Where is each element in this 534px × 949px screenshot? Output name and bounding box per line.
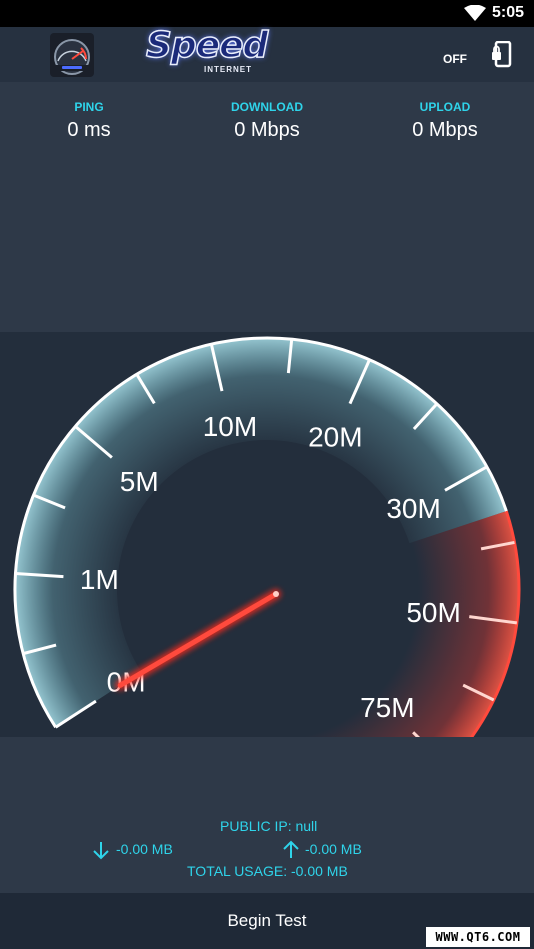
scale-label: 1M <box>80 564 119 595</box>
app-root: 5:05 Speed INTERNET OFF PING 0 ms DOWNLO… <box>0 0 534 949</box>
status-time: 5:05 <box>491 4 524 21</box>
scale-label: 50M <box>406 597 460 628</box>
toggle-state-label[interactable]: OFF <box>443 52 467 66</box>
logo-subtitle: INTERNET <box>204 65 252 74</box>
public-ip-text: PUBLIC IP: null <box>220 818 318 834</box>
usage-info: PUBLIC IP: null -0.00 MB -0.00 MB TOTAL … <box>0 737 534 893</box>
speedometer-app-icon[interactable] <box>50 33 94 77</box>
app-bar: Speed INTERNET OFF <box>0 24 534 82</box>
upload-label: UPLOAD <box>419 100 471 114</box>
needle-line <box>117 591 279 688</box>
download-usage-text: -0.00 MB <box>116 841 173 857</box>
ping-label: PING <box>74 100 104 114</box>
upload-usage-text: -0.00 MB <box>305 841 362 857</box>
scale-label: 5M <box>120 466 159 497</box>
status-bar: 5:05 <box>0 0 534 27</box>
download-stat: DOWNLOAD 0 Mbps <box>182 100 352 142</box>
upload-value: 0 Mbps <box>412 119 478 141</box>
scale-label: 30M <box>386 493 440 524</box>
scale-label: 20M <box>308 422 362 453</box>
phone-lock-icon[interactable] <box>490 41 514 69</box>
upload-stat: UPLOAD 0 Mbps <box>360 100 530 142</box>
arrow-down-icon <box>93 842 109 860</box>
download-label: DOWNLOAD <box>231 100 303 114</box>
watermark: WWW.QT6.COM <box>426 927 530 947</box>
gauge-scale-bands <box>13 336 521 737</box>
scale-label: 10M <box>203 411 257 442</box>
scale-label: 75M <box>360 692 414 723</box>
app-logo: Speed INTERNET <box>140 24 310 79</box>
gauge-dial: 0M1M5M10M20M30M50M75M100M <box>13 336 521 737</box>
gauge-needle <box>115 589 281 691</box>
logo-title: Speed <box>145 24 269 67</box>
download-value: 0 Mbps <box>234 119 300 141</box>
arrow-up-icon <box>283 840 299 858</box>
ping-value: 0 ms <box>67 119 111 141</box>
speed-gauge: 0M1M5M10M20M30M50M75M100M <box>0 332 534 737</box>
ping-stat: PING 0 ms <box>4 100 174 142</box>
needle-hub <box>273 591 279 597</box>
wifi-icon <box>464 5 486 21</box>
total-usage-text: TOTAL USAGE: -0.00 MB <box>187 863 348 879</box>
stats-panel: PING 0 ms DOWNLOAD 0 Mbps UPLOAD 0 Mbps <box>0 82 534 332</box>
